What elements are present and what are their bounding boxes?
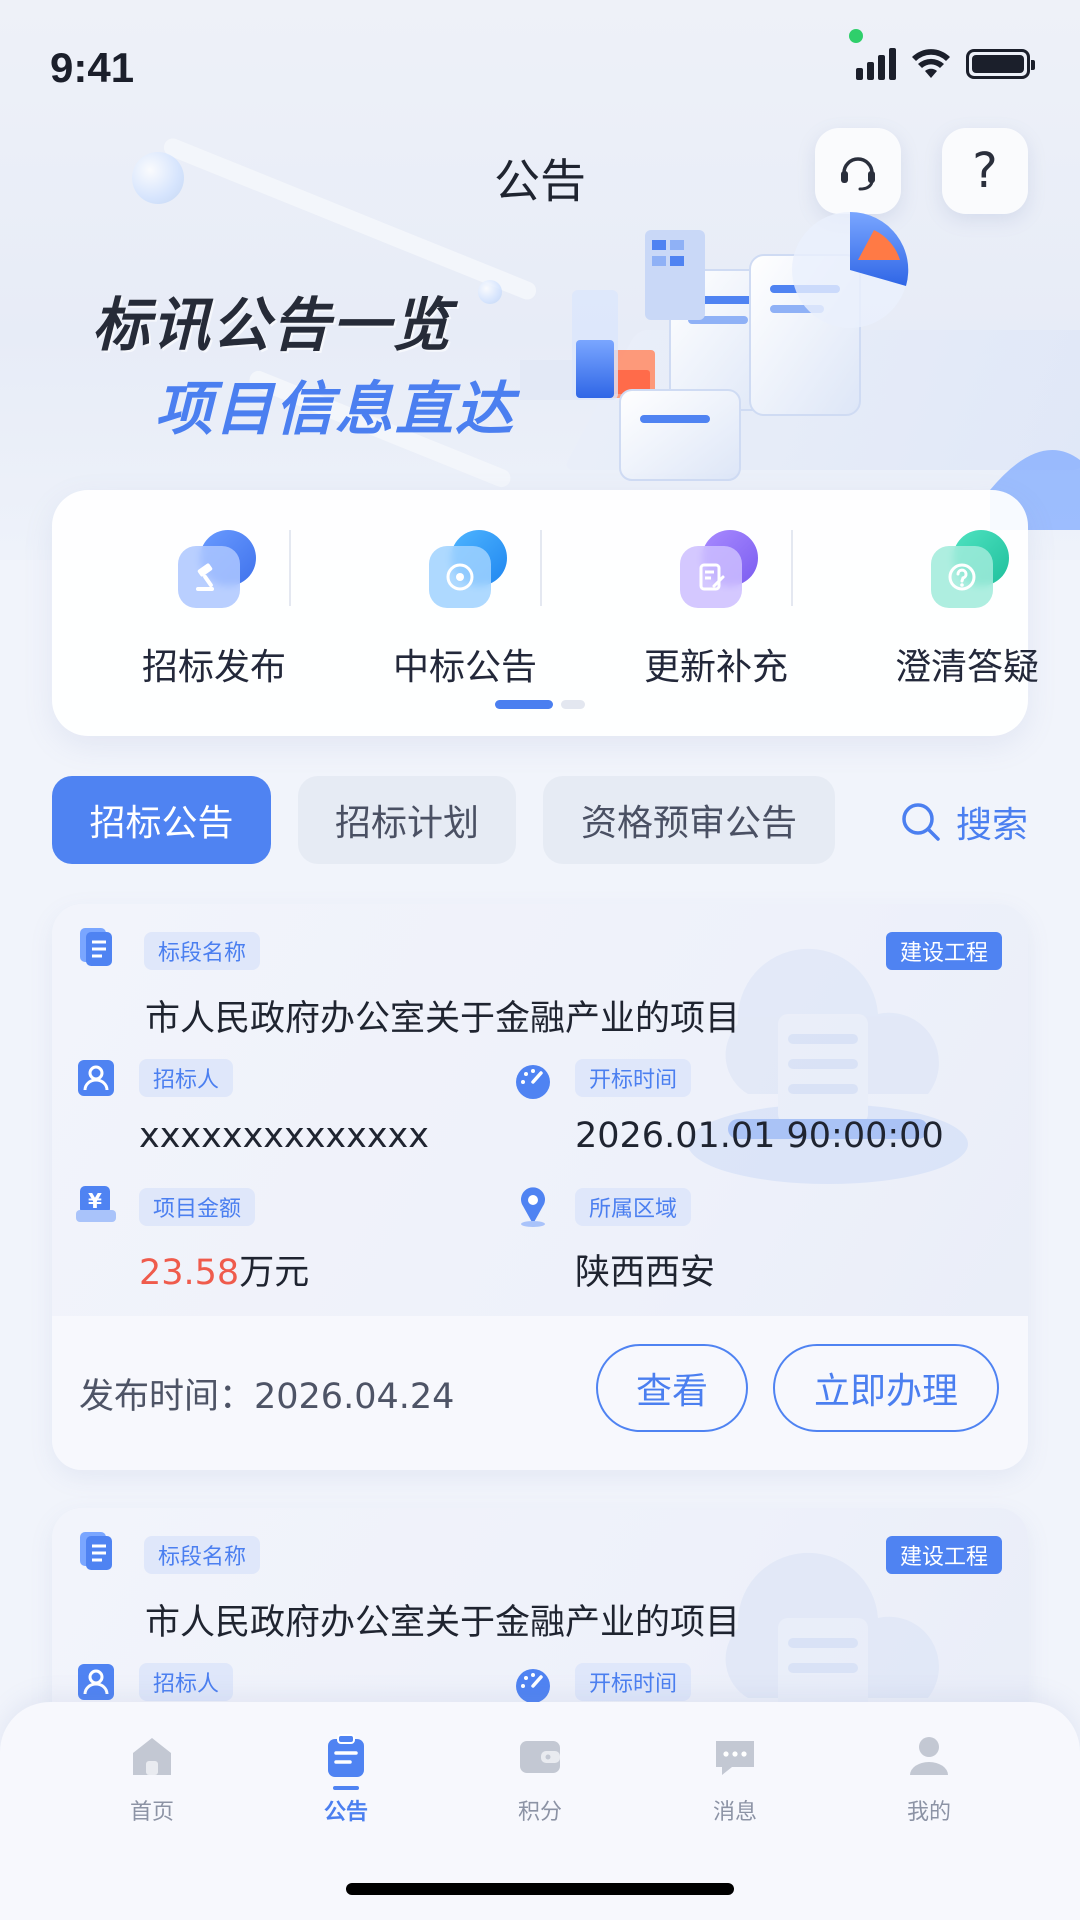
svg-text:¥: ¥	[88, 1189, 102, 1213]
message-icon	[711, 1732, 759, 1780]
publish-time: 发布时间：2026.04.24	[79, 1377, 455, 1417]
category-label: 澄清答疑	[894, 647, 1039, 688]
amount-unit: 万元	[239, 1253, 310, 1293]
nav-label: 公告	[323, 1800, 368, 1825]
category-label: 更新补充	[643, 647, 788, 688]
announcement-screen: 9:41 公告 ? 标讯公告一览 项目信息直达 招标发布 中标公告 更新补充 澄…	[0, 0, 1080, 1920]
nav-label: 积分	[517, 1800, 562, 1825]
open-time-label: 开标时间	[575, 1663, 692, 1701]
nav-announcement[interactable]: 公告	[286, 1732, 406, 1826]
region-label: 所属区域	[575, 1188, 692, 1226]
amount-value: 23.58万元	[139, 1244, 309, 1295]
nav-profile[interactable]: 我的	[869, 1732, 989, 1826]
project-name: 市人民政府办公室关于金融产业的项目	[145, 1603, 741, 1643]
nav-label: 首页	[129, 1800, 174, 1825]
tenderer-label: 招标人	[139, 1059, 234, 1097]
home-indicator	[346, 1883, 734, 1895]
category-card: 招标发布 中标公告 更新补充 澄清答疑	[52, 490, 1039, 736]
category-winning-bid[interactable]: 中标公告	[365, 530, 565, 690]
tab-bid-announcement[interactable]: 招标公告	[52, 776, 271, 864]
nav-label: 消息	[712, 1800, 757, 1825]
notice-card[interactable]: 标段名称 建设工程 市人民政府办公室关于金融产业的项目 招标人 xxxxxxxx…	[52, 904, 1028, 1470]
speedometer-icon	[516, 1065, 550, 1099]
view-button[interactable]: 查看	[596, 1344, 748, 1432]
category-label: 中标公告	[392, 647, 537, 688]
gavel-icon	[168, 530, 260, 616]
project-name: 市人民政府办公室关于金融产业的项目	[145, 999, 741, 1039]
battery-icon	[966, 49, 1035, 79]
search-label: 搜索	[956, 805, 1029, 846]
search-button[interactable]: 搜索	[900, 796, 1028, 848]
handle-now-button[interactable]: 立即办理	[773, 1344, 999, 1432]
open-time-label: 开标时间	[575, 1059, 692, 1097]
banner-illustration	[520, 211, 1080, 530]
amount-number: 23.58	[139, 1253, 240, 1293]
section-label: 标段名称	[144, 1536, 261, 1574]
decor-bubble	[478, 280, 502, 304]
tenderer-label: 招标人	[139, 1663, 234, 1701]
privacy-indicator	[849, 29, 863, 43]
active-indicator	[333, 1786, 359, 1790]
pager-dot	[561, 700, 585, 709]
signal-icon	[856, 48, 896, 80]
category-pager	[52, 700, 1028, 709]
divider	[540, 530, 542, 606]
home-icon	[128, 1732, 176, 1780]
wifi-icon	[912, 49, 950, 78]
tenderer-value: xxxxxxxxxxxxxx	[139, 1116, 429, 1156]
nav-points[interactable]: 积分	[480, 1732, 600, 1826]
divider	[791, 530, 793, 606]
nav-messages[interactable]: 消息	[675, 1732, 795, 1826]
notice-footer: 发布时间：2026.04.24 查看 立即办理	[52, 1316, 1028, 1470]
question-icon: ?	[972, 143, 998, 199]
open-time-value: 2026.01.01 90:00:00	[575, 1116, 944, 1156]
document-icon	[80, 928, 112, 966]
category-label: 招标发布	[141, 647, 286, 688]
user-icon	[905, 1732, 953, 1780]
type-badge: 建设工程	[885, 932, 1002, 970]
clipboard-icon	[322, 1732, 370, 1780]
person-card-icon	[78, 1060, 114, 1096]
target-icon	[419, 530, 511, 616]
question-circle-icon	[921, 530, 1013, 616]
region-value: 陕西西安	[575, 1253, 716, 1293]
banner-title: 标讯公告一览	[92, 291, 453, 359]
amount-label: 项目金额	[139, 1188, 256, 1226]
search-icon	[902, 803, 940, 841]
status-icons	[856, 48, 1035, 80]
person-card-icon	[78, 1664, 114, 1700]
category-clarification[interactable]: 澄清答疑	[867, 530, 1067, 690]
nav-label: 我的	[906, 1800, 951, 1825]
wallet-icon	[516, 1732, 564, 1780]
status-time: 9:41	[50, 44, 135, 91]
nav-home[interactable]: 首页	[92, 1732, 212, 1826]
banner-subtitle: 项目信息直达	[155, 375, 516, 443]
category-update-supplement[interactable]: 更新补充	[616, 530, 816, 690]
document-icon	[80, 1532, 112, 1570]
yen-icon: ¥	[76, 1186, 116, 1222]
headset-icon	[841, 157, 875, 191]
edit-doc-icon	[670, 530, 762, 616]
type-badge: 建设工程	[885, 1536, 1002, 1574]
tab-bid-plan[interactable]: 招标计划	[298, 776, 516, 864]
location-pin-icon	[521, 1187, 545, 1227]
divider	[289, 530, 291, 606]
tab-prequalification[interactable]: 资格预审公告	[543, 776, 835, 864]
speedometer-icon	[516, 1669, 550, 1703]
section-label: 标段名称	[144, 932, 261, 970]
category-bid-publish[interactable]: 招标发布	[114, 530, 314, 690]
pager-dot-active	[495, 700, 553, 709]
